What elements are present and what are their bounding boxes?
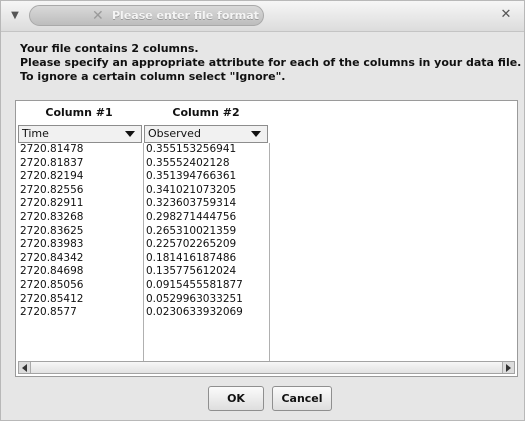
table-cell: 2720.83268	[20, 210, 84, 223]
file-format-dialog: ▼ ✕ Please enter file format ✕ Your file…	[0, 0, 525, 421]
window-title: Please enter file format	[112, 9, 259, 22]
title-pill: ✕ Please enter file format	[29, 5, 264, 26]
table-cell: 2720.81837	[20, 156, 84, 169]
table-cell: 0.0915455581877	[146, 278, 243, 291]
table-cell: 2720.83625	[20, 224, 84, 237]
table-cell: 0.225702265209	[146, 238, 237, 251]
data-area: 2720.81478 2720.81837 2720.82194 2720.82556…	[16, 143, 517, 361]
table-cell: 2720.84342	[20, 251, 84, 264]
table-cell: 0.265310021359	[146, 224, 237, 237]
scroll-left-button[interactable]	[19, 362, 31, 373]
chevron-down-icon: ▼	[11, 10, 19, 21]
table-cell: 2720.83983	[20, 238, 84, 251]
cancel-button[interactable]: Cancel	[272, 386, 332, 411]
column-1-attribute-select[interactable]: Time	[18, 125, 142, 143]
table-cell: 0.35552402128	[146, 156, 230, 169]
column-header-2: Column #2	[172, 106, 240, 119]
table-cell: 2720.82556	[20, 183, 84, 196]
table-cell: 0.0529963033251	[146, 292, 243, 305]
message-line-1: Your file contains 2 columns.	[20, 42, 199, 55]
scroll-right-button[interactable]	[502, 362, 514, 373]
table-cell: 2720.8577	[20, 306, 77, 319]
table-cell: 2720.81478	[20, 143, 84, 155]
message-line-2: Please specify an appropriate attribute …	[20, 56, 522, 69]
table-cell: 0.355153256941	[146, 143, 237, 155]
table-cell: 2720.84698	[20, 265, 84, 278]
table-cell: 2720.85412	[20, 292, 84, 305]
table-cell: 0.135775612024	[146, 265, 237, 278]
dropdown-arrow-icon	[251, 131, 261, 137]
table-cell: 0.181416187486	[146, 251, 237, 264]
attribute-selects: Time Observed	[16, 125, 517, 143]
column-headers: Column #1 Column #2	[16, 101, 517, 125]
table-cell: 2720.82911	[20, 197, 84, 210]
column-1-values: 2720.81478 2720.81837 2720.82194 2720.82556…	[18, 143, 144, 361]
table-cell: 0.351394766361	[146, 170, 237, 183]
column-2-values: 0.355153256941 0.35552402128 0.35139476636…	[144, 143, 270, 361]
x-icon: ✕	[92, 8, 104, 24]
window-menu-button[interactable]: ▼	[7, 8, 23, 24]
title-bar: ▼ ✕ Please enter file format ✕	[1, 1, 524, 32]
table-cell: 0.323603759314	[146, 197, 237, 210]
column-2-attribute-value: Observed	[148, 127, 201, 140]
arrow-left-icon	[22, 364, 27, 372]
table-cell: 0.298271444756	[146, 210, 237, 223]
table-cell: 0.341021073205	[146, 183, 237, 196]
close-button[interactable]: ✕	[498, 7, 514, 23]
column-2-attribute-select[interactable]: Observed	[144, 125, 268, 143]
ok-button[interactable]: OK	[208, 386, 264, 411]
table-cell: 2720.82194	[20, 170, 84, 183]
table-cell: 0.0230633932069	[146, 306, 243, 319]
horizontal-scrollbar[interactable]	[18, 361, 515, 374]
column-1-attribute-value: Time	[22, 127, 49, 140]
arrow-right-icon	[506, 364, 511, 372]
close-icon: ✕	[500, 7, 512, 22]
column-header-1: Column #1	[45, 106, 113, 119]
scrollbar-thumb[interactable]	[31, 362, 503, 373]
table-cell: 2720.85056	[20, 278, 84, 291]
message-line-3: To ignore a certain column select "Ignor…	[20, 70, 286, 83]
dropdown-arrow-icon	[125, 131, 135, 137]
instructions: Your file contains 2 columns. Please spe…	[20, 42, 522, 84]
column-table: Column #1 Column #2 Time Observed 2720.8…	[15, 100, 518, 377]
